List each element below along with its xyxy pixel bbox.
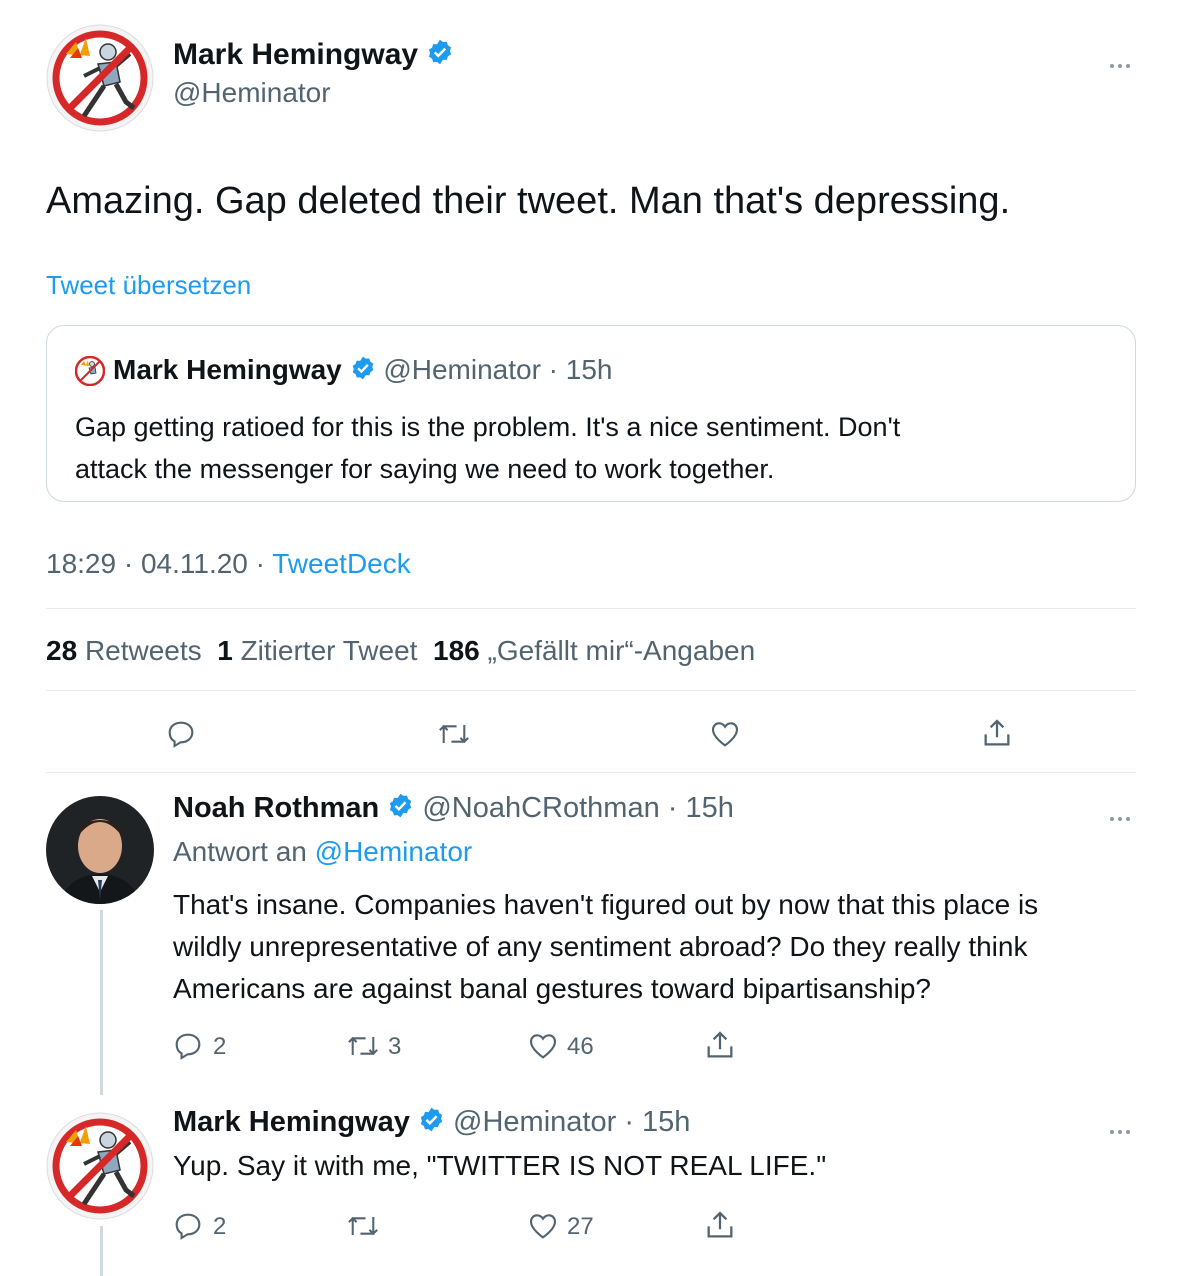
reply-author-name[interactable]: Mark Hemingway xyxy=(173,1106,410,1138)
reply-icon[interactable] xyxy=(172,1030,204,1062)
quoted-tweet-card[interactable]: Mark Hemingway @Heminator · 15h Gap gett… xyxy=(46,325,1136,502)
reply-icon[interactable] xyxy=(172,1210,204,1242)
verified-badge-icon xyxy=(418,1106,445,1141)
reply-to-prefix: Antwort an xyxy=(173,836,315,867)
like-icon[interactable] xyxy=(708,718,742,750)
verified-badge-icon xyxy=(426,38,454,74)
quoted-avatar xyxy=(74,355,106,387)
verified-badge-icon xyxy=(350,355,376,388)
reply-text-line: Americans are against banal gestures tow… xyxy=(173,973,931,1004)
like-count: 46 xyxy=(567,1033,594,1060)
reply-count: 2 xyxy=(213,1033,227,1060)
like-icon[interactable] xyxy=(526,1210,560,1242)
reply-handle-time[interactable]: @NoahCRothman · 15h xyxy=(422,792,734,824)
tweet-meta: 18:29 · 04.11.20 · TweetDeck xyxy=(46,548,411,580)
quoted-text: Gap getting ratioed for this is the prob… xyxy=(75,406,900,490)
reply-count: 2 xyxy=(213,1213,227,1240)
thread-line xyxy=(100,1226,103,1276)
quotes-stat[interactable]: 1 Zitierter Tweet xyxy=(217,635,417,666)
author-handle[interactable]: @Heminator xyxy=(173,77,331,109)
more-icon[interactable] xyxy=(1110,1121,1136,1134)
reply-to-handle[interactable]: @Heminator xyxy=(315,836,473,867)
reply-text: Yup. Say it with me, "TWITTER IS NOT REA… xyxy=(173,1150,827,1181)
retweets-count: 28 xyxy=(46,635,78,666)
reply-text-line: wildly unrepresentative of any sentiment… xyxy=(173,931,1028,962)
reply-to-line: Antwort an @Heminator xyxy=(173,836,472,868)
divider xyxy=(46,608,1136,609)
retweet-icon[interactable] xyxy=(345,1030,381,1062)
reply-text: That's insane. Companies haven't figured… xyxy=(173,884,1038,1010)
author-name[interactable]: Mark Hemingway xyxy=(173,38,418,71)
tweet-timestamp[interactable]: 18:29 · 04.11.20 · xyxy=(46,548,272,579)
share-icon[interactable] xyxy=(980,716,1014,750)
divider xyxy=(46,690,1136,691)
avatar[interactable] xyxy=(46,1112,154,1220)
thread-line xyxy=(100,910,103,1095)
tweet-stats: 28 Retweets 1 Zitierter Tweet 186 „Gefäl… xyxy=(46,635,755,667)
verified-badge-icon xyxy=(387,792,414,827)
author-line: Mark Hemingway xyxy=(173,38,454,74)
reply-handle-time[interactable]: @Heminator · 15h xyxy=(453,1106,690,1138)
more-icon[interactable] xyxy=(1110,55,1136,68)
quoted-text-line: attack the messenger for saying we need … xyxy=(75,454,775,484)
retweets-stat[interactable]: 28 Retweets xyxy=(46,635,202,666)
retweet-icon[interactable] xyxy=(436,718,472,750)
quoted-text-line: Gap getting ratioed for this is the prob… xyxy=(75,412,901,442)
translate-link[interactable]: Tweet übersetzen xyxy=(46,270,251,301)
quotes-count: 1 xyxy=(217,635,233,666)
retweet-icon[interactable] xyxy=(345,1210,381,1242)
likes-count: 186 xyxy=(433,635,480,666)
quotes-label: Zitierter Tweet xyxy=(240,635,418,666)
share-icon[interactable] xyxy=(703,1028,737,1062)
quoted-author-name: Mark Hemingway xyxy=(113,354,342,385)
avatar[interactable] xyxy=(46,796,154,904)
reply-text-line: That's insane. Companies haven't figured… xyxy=(173,889,1039,920)
quoted-handle-time: @Heminator · 15h xyxy=(383,354,613,385)
reply-author-line: Noah Rothman @NoahCRothman · 15h xyxy=(173,792,734,827)
retweet-count: 3 xyxy=(388,1033,402,1060)
reply-icon[interactable] xyxy=(165,718,197,750)
likes-stat[interactable]: 186 „Gefällt mir“-Angaben xyxy=(433,635,755,666)
retweets-label: Retweets xyxy=(84,635,202,666)
likes-label: „Gefällt mir“-Angaben xyxy=(487,635,756,666)
like-count: 27 xyxy=(567,1213,594,1240)
avatar[interactable] xyxy=(46,24,154,132)
more-icon[interactable] xyxy=(1110,808,1136,821)
tweet-text: Amazing. Gap deleted their tweet. Man th… xyxy=(46,180,1011,222)
share-icon[interactable] xyxy=(703,1208,737,1242)
quoted-author-line: Mark Hemingway @Heminator · 15h xyxy=(113,354,613,388)
tweet-source-link[interactable]: TweetDeck xyxy=(272,548,411,579)
reply-author-name[interactable]: Noah Rothman xyxy=(173,792,379,824)
like-icon[interactable] xyxy=(526,1030,560,1062)
reply-author-line: Mark Hemingway @Heminator · 15h xyxy=(173,1106,690,1141)
divider xyxy=(46,772,1136,773)
